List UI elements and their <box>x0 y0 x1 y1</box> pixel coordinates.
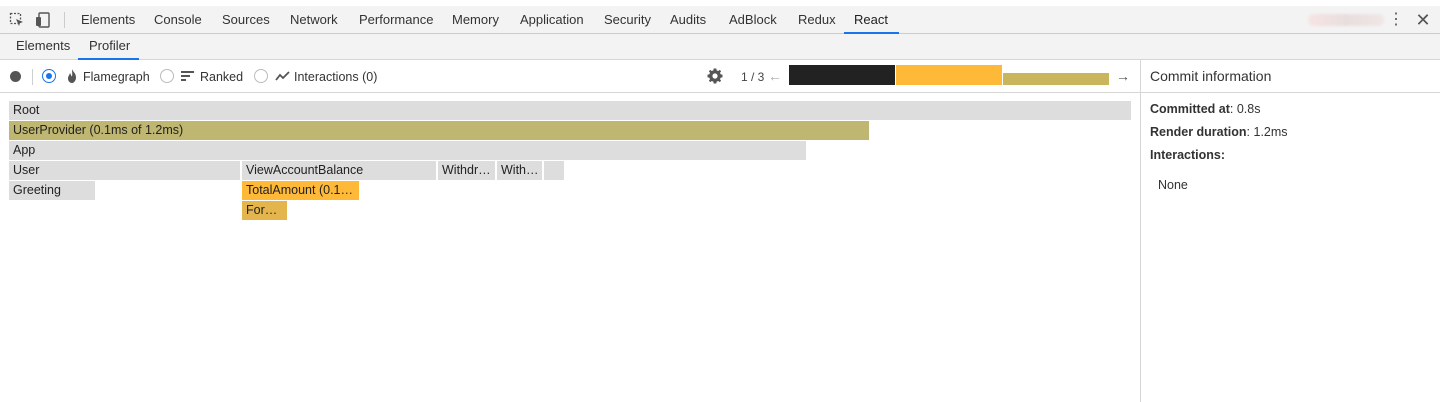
flamegraph-node-app[interactable]: App <box>9 141 806 160</box>
tab-application[interactable]: Application <box>510 6 594 34</box>
flamegraph-node-userprovider[interactable]: UserProvider (0.1ms of 1.2ms) <box>9 121 869 140</box>
tab-security[interactable]: Security <box>594 6 661 34</box>
interactions-heading: Interactions <box>1150 148 1221 162</box>
previous-commit-arrow-icon[interactable]: ← <box>768 67 784 85</box>
settings-gear-icon[interactable] <box>707 68 723 84</box>
ranked-icon <box>181 71 194 81</box>
interactions-label[interactable]: Interactions (0) <box>294 69 377 85</box>
interactions-none: None <box>1158 178 1188 192</box>
flamegraph-node-unnamed[interactable] <box>544 161 564 180</box>
profiler-toolbar: Flamegraph Ranked Interactions (0) 1 / 3… <box>0 60 1140 93</box>
commit-information-title: Commit information <box>1141 60 1440 93</box>
flamegraph-label[interactable]: Flamegraph <box>83 69 150 85</box>
render-duration-row: Render duration: 1.2ms <box>1150 125 1288 139</box>
committed-at-label: Committed at <box>1150 102 1230 116</box>
commit-position: 1 / 3 <box>741 70 765 84</box>
toolbar-separator <box>32 69 33 85</box>
flamegraph-node-viewaccountbalance[interactable]: ViewAccountBalance <box>242 161 436 180</box>
commit-information-panel: Commit information Committed at: 0.8s Re… <box>1140 60 1440 402</box>
flamegraph-node-user[interactable]: User <box>9 161 240 180</box>
flamegraph-radio[interactable] <box>42 69 56 83</box>
tab-network[interactable]: Network <box>280 6 348 34</box>
interactions-colon: : <box>1220 148 1226 162</box>
flame-icon <box>68 69 76 83</box>
tab-audits[interactable]: Audits <box>660 6 716 34</box>
more-options-icon[interactable]: ⋮ <box>1388 12 1404 28</box>
tab-memory[interactable]: Memory <box>442 6 509 34</box>
tab-react[interactable]: React <box>844 6 899 34</box>
react-tab-profiler[interactable]: Profiler <box>78 34 139 60</box>
tab-performance[interactable]: Performance <box>349 6 443 34</box>
commit-bar[interactable] <box>1003 73 1109 85</box>
flamegraph-node-withdraw[interactable]: Withdr… <box>438 161 495 180</box>
devtools-tab-bar: Elements Console Sources Network Perform… <box>0 6 1440 34</box>
interactions-icon <box>275 71 290 81</box>
next-commit-arrow-icon[interactable]: → <box>1116 67 1132 85</box>
blurred-account-area <box>1308 14 1384 26</box>
react-tab-bar: Elements Profiler <box>0 34 1440 60</box>
tab-sources[interactable]: Sources <box>212 6 280 34</box>
tab-console[interactable]: Console <box>144 6 212 34</box>
tab-elements[interactable]: Elements <box>71 6 145 34</box>
react-tab-elements[interactable]: Elements <box>5 34 81 60</box>
interactions-row: Interactions: <box>1150 148 1225 162</box>
ranked-radio[interactable] <box>160 69 174 83</box>
inspect-element-icon[interactable] <box>9 12 25 28</box>
device-toolbar-icon[interactable] <box>35 12 51 28</box>
record-button[interactable] <box>10 71 21 82</box>
render-duration-value: : 1.2ms <box>1246 125 1288 139</box>
render-duration-label: Render duration <box>1150 125 1247 139</box>
flamegraph-node-formatted[interactable]: For… <box>242 201 287 220</box>
tab-redux[interactable]: Redux <box>788 6 846 34</box>
toolbar-separator <box>64 12 65 28</box>
close-icon[interactable]: ✕ <box>1414 11 1432 29</box>
commit-bar[interactable] <box>789 65 895 85</box>
tab-adblock[interactable]: AdBlock <box>719 6 787 34</box>
commit-bar[interactable] <box>896 65 1002 85</box>
flamegraph-node-greeting[interactable]: Greeting <box>9 181 95 200</box>
flamegraph-node-root[interactable]: Root <box>9 101 1131 120</box>
flamegraph-node-totalamount[interactable]: TotalAmount (0.1… <box>242 181 359 200</box>
interactions-radio[interactable] <box>254 69 268 83</box>
flamegraph-node-with[interactable]: With… <box>497 161 542 180</box>
flamegraph-chart: Root UserProvider (0.1ms of 1.2ms) App U… <box>0 94 1140 402</box>
committed-at-row: Committed at: 0.8s <box>1150 102 1260 116</box>
committed-at-value: : 0.8s <box>1229 102 1261 116</box>
ranked-label[interactable]: Ranked <box>200 69 243 85</box>
